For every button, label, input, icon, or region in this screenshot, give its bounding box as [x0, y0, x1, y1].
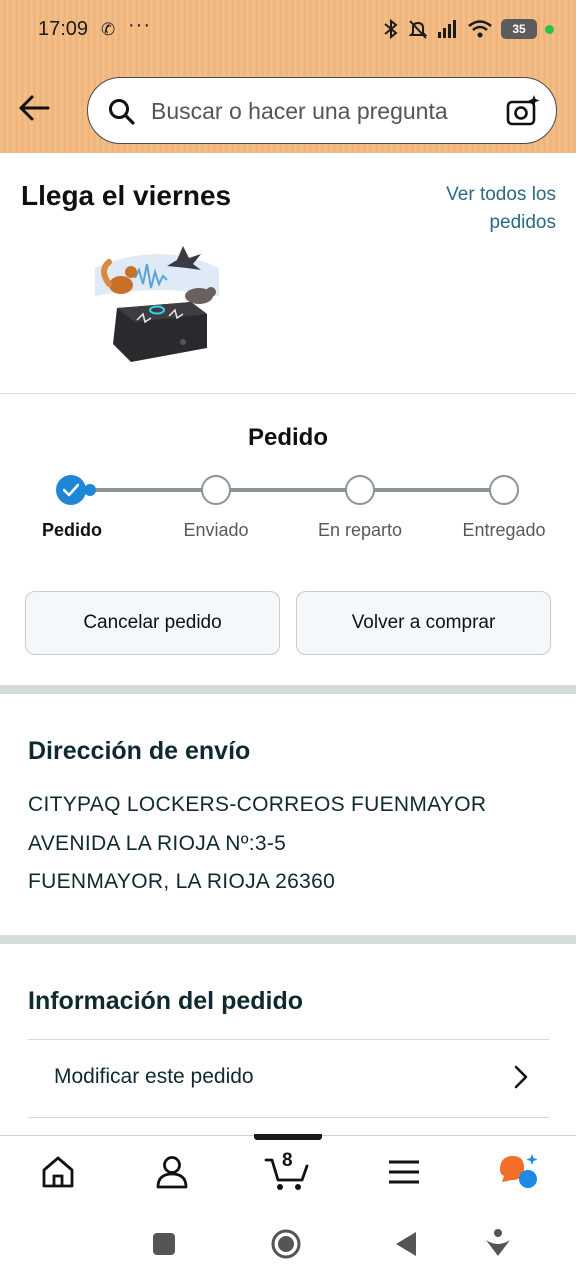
step-out-for-delivery-label: En reparto [317, 520, 403, 540]
app-header: 17:09 ✆ ··· 35 Buscar o hacer una pregun… [0, 0, 576, 153]
buy-again-button[interactable]: Volver a comprar [296, 591, 551, 655]
status-time: 17:09 [38, 18, 89, 40]
bluetooth-icon [384, 18, 398, 40]
step-ordered-node [56, 475, 86, 505]
step-out-for-delivery-node [345, 475, 375, 505]
privacy-indicator-dot [545, 24, 554, 34]
step-shipped-node [201, 475, 231, 505]
more-notifications-icon: ··· [128, 14, 151, 36]
progress-title: Pedido [247, 424, 328, 451]
search-input[interactable]: Buscar o hacer una pregunta [151, 98, 448, 125]
chevron-right-icon [514, 1065, 528, 1089]
account-icon[interactable] [152, 1152, 192, 1192]
row-divider [28, 1117, 549, 1118]
call-icon: ✆ [101, 20, 116, 39]
section-divider [0, 685, 576, 694]
address-line: CITYPAQ LOCKERS-CORREOS FUENMAYOR [28, 793, 487, 816]
address-line: FUENMAYOR, LA RIOJA 26360 [28, 870, 336, 893]
system-icons: 35 [383, 18, 554, 40]
progress-track [71, 488, 504, 492]
order-info-title: Información del pedido [28, 987, 304, 1015]
section-divider [0, 393, 576, 394]
accessibility-icon[interactable] [484, 1228, 512, 1258]
modify-order-label: Modificar este pedido [54, 1065, 254, 1088]
step-delivered-label: Entregado [462, 520, 546, 540]
active-tab-indicator [254, 1134, 322, 1140]
shipping-address-title: Dirección de envío [28, 737, 251, 765]
modify-order-row[interactable]: Modificar este pedido [28, 1040, 549, 1117]
menu-icon[interactable] [384, 1152, 424, 1192]
search-bar[interactable]: Buscar o hacer una pregunta [87, 77, 557, 144]
address-line: AVENIDA LA RIOJA Nº:3-5 [28, 832, 287, 855]
section-divider [0, 935, 576, 944]
cancel-order-button[interactable]: Cancelar pedido [25, 591, 280, 655]
search-icon [109, 99, 135, 125]
back-button-icon[interactable] [394, 1230, 418, 1258]
camera-search-icon[interactable] [505, 93, 541, 129]
status-bar: 17:09 ✆ ··· 35 [0, 14, 576, 46]
check-icon [63, 483, 79, 497]
ai-assistant-icon[interactable] [496, 1152, 540, 1192]
step-delivered-node [489, 475, 519, 505]
signal-icon [438, 20, 456, 38]
battery-icon: 35 [501, 19, 537, 39]
arrival-title: Llega el viernes [21, 180, 232, 211]
view-all-orders-link[interactable]: Ver todos los pedidos [416, 181, 556, 237]
cart-count-badge: 8 [282, 1150, 293, 1171]
wifi-icon [468, 20, 492, 38]
product-image[interactable] [95, 240, 225, 368]
step-shipped-label: Enviado [183, 520, 249, 540]
mute-icon [408, 20, 428, 39]
home-icon[interactable] [38, 1152, 78, 1192]
home-button-icon[interactable] [270, 1228, 302, 1260]
step-ordered-label: Pedido [41, 520, 102, 540]
back-arrow-icon[interactable] [16, 90, 52, 126]
recent-apps-icon[interactable] [152, 1232, 176, 1256]
